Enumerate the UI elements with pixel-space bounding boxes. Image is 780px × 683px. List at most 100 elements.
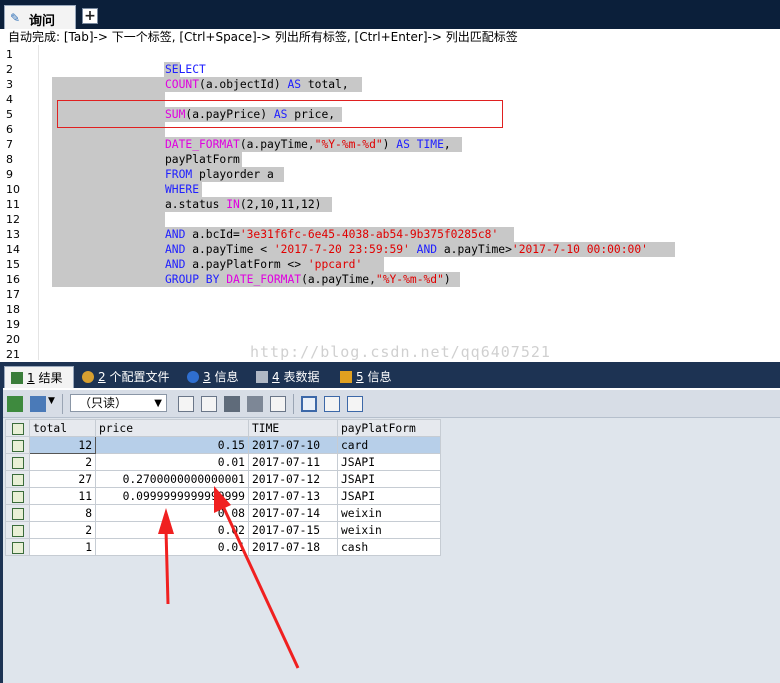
table-row[interactable]: 27 0.2700000000000001 2017-07-12 JSAPI <box>5 470 441 488</box>
line-number: 18 <box>6 303 20 316</box>
code-line: DATE_FORMAT(a.payTime,"%Y-%m-%d") AS TIM… <box>165 138 451 151</box>
cell-total[interactable]: 12 <box>29 436 96 454</box>
table-row[interactable]: 8 0.08 2017-07-14 weixin <box>5 504 441 522</box>
tab-table-data[interactable]: 4 表数据 <box>256 366 319 388</box>
duplicate-row-icon[interactable] <box>201 396 217 412</box>
line-number: 10 <box>6 183 20 196</box>
cell-time[interactable]: 2017-07-11 <box>248 453 338 471</box>
line-number: 16 <box>6 273 20 286</box>
cell-time[interactable]: 2017-07-12 <box>248 470 338 488</box>
cell-time[interactable]: 2017-07-13 <box>248 487 338 505</box>
tab-query-label: 询问 <box>29 14 56 29</box>
grid-icon <box>11 372 23 384</box>
line-number: 12 <box>6 213 20 226</box>
cell-total[interactable]: 27 <box>29 470 96 488</box>
message-icon <box>340 371 352 383</box>
row-checkbox[interactable] <box>5 470 30 488</box>
grid-view-icon[interactable] <box>301 396 317 412</box>
cell-price[interactable]: 0.2700000000000001 <box>95 470 249 488</box>
cell-total[interactable]: 2 <box>29 453 96 471</box>
row-checkbox[interactable] <box>5 538 30 556</box>
table-row[interactable]: 2 0.02 2017-07-15 weixin <box>5 521 441 539</box>
toolbar-divider <box>62 394 63 414</box>
column-header-price[interactable]: price <box>95 419 249 437</box>
code-line: payPlatForm <box>165 153 240 166</box>
cell-total[interactable]: 11 <box>29 487 96 505</box>
cell-platform[interactable]: JSAPI <box>337 470 441 488</box>
line-number-gutter: 1 2 3 4 5 6 7 8 9 10 11 12 13 14 15 16 1… <box>0 45 39 361</box>
cell-price[interactable]: 0.15 <box>95 436 249 454</box>
select-all-checkbox[interactable] <box>5 419 30 437</box>
chevron-down-icon[interactable]: ▼ <box>48 396 55 406</box>
cell-total[interactable]: 1 <box>29 538 96 556</box>
row-checkbox[interactable] <box>5 521 30 539</box>
import-icon[interactable] <box>30 396 46 412</box>
line-number: 20 <box>6 333 20 346</box>
cell-time[interactable]: 2017-07-15 <box>248 521 338 539</box>
autocomplete-hint: 自动完成: [Tab]-> 下一个标签, [Ctrl+Space]-> 列出所有… <box>0 29 780 45</box>
sql-editor[interactable]: 1 2 3 4 5 6 7 8 9 10 11 12 13 14 15 16 1… <box>0 45 780 361</box>
cell-total[interactable]: 2 <box>29 521 96 539</box>
row-checkbox[interactable] <box>5 436 30 454</box>
cell-price[interactable]: 0.08 <box>95 504 249 522</box>
result-toolbar: ▼ （只读） ▼ <box>0 390 780 418</box>
cell-time[interactable]: 2017-07-14 <box>248 504 338 522</box>
left-border <box>0 388 3 683</box>
form-view-icon[interactable] <box>324 396 340 412</box>
cell-time[interactable]: 2017-07-10 <box>248 436 338 454</box>
insert-row-icon[interactable] <box>178 396 194 412</box>
line-number: 3 <box>6 78 13 91</box>
cell-price[interactable]: 0.0999999999999999 <box>95 487 249 505</box>
code-line: a.status IN(2,10,11,12) <box>165 198 322 211</box>
delete-icon[interactable] <box>247 396 263 412</box>
cell-price[interactable]: 0.02 <box>95 521 249 539</box>
watermark: http://blog.csdn.net/qq6407521 <box>250 343 551 361</box>
column-header-payplatform[interactable]: payPlatForm <box>337 419 441 437</box>
cancel-changes-icon[interactable] <box>270 396 286 412</box>
info-icon <box>187 371 199 383</box>
table-row[interactable]: 12 0.15 2017-07-10 card <box>5 436 441 454</box>
tab-query[interactable]: ✎ 询问 <box>4 5 76 29</box>
cell-total[interactable]: 8 <box>29 504 96 522</box>
table-icon <box>256 371 268 383</box>
cell-time[interactable]: 2017-07-18 <box>248 538 338 556</box>
table-row[interactable]: 11 0.0999999999999999 2017-07-13 JSAPI <box>5 487 441 505</box>
readonly-select[interactable]: （只读） ▼ <box>70 394 167 412</box>
cell-platform[interactable]: JSAPI <box>337 487 441 505</box>
new-tab-button[interactable]: + <box>82 8 98 24</box>
export-icon[interactable] <box>7 396 23 412</box>
row-checkbox[interactable] <box>5 504 30 522</box>
chevron-down-icon: ▼ <box>154 398 162 409</box>
cell-platform[interactable]: weixin <box>337 521 441 539</box>
result-grid: total price TIME payPlatForm 12 0.15 201… <box>5 419 441 556</box>
cell-platform[interactable]: card <box>337 436 441 454</box>
line-number: 21 <box>6 348 20 361</box>
cell-platform[interactable]: JSAPI <box>337 453 441 471</box>
line-number: 7 <box>6 138 13 151</box>
code-line: AND a.payPlatForm <> 'ppcard' <box>165 258 363 271</box>
table-row[interactable]: 2 0.01 2017-07-11 JSAPI <box>5 453 441 471</box>
tab-messages[interactable]: 5 信息 <box>340 366 391 388</box>
code-line: SELECT <box>165 63 206 76</box>
line-number: 14 <box>6 243 20 256</box>
line-number: 1 <box>6 48 13 61</box>
line-number: 17 <box>6 288 20 301</box>
code-line: GROUP BY DATE_FORMAT(a.payTime,"%Y-%m-%d… <box>165 273 451 286</box>
text-view-icon[interactable] <box>347 396 363 412</box>
tab-profiles[interactable]: 2 个配置文件 <box>82 366 169 388</box>
save-icon[interactable] <box>224 396 240 412</box>
selection-highlight <box>52 212 165 227</box>
tab-info[interactable]: 3 信息 <box>187 366 238 388</box>
row-checkbox[interactable] <box>5 487 30 505</box>
column-header-time[interactable]: TIME <box>248 419 338 437</box>
tab-results[interactable]: 1 结果 <box>4 366 74 388</box>
code-line: WHERE <box>165 183 200 196</box>
cell-platform[interactable]: weixin <box>337 504 441 522</box>
row-checkbox[interactable] <box>5 453 30 471</box>
table-row[interactable]: 1 0.01 2017-07-18 cash <box>5 538 441 556</box>
cell-price[interactable]: 0.01 <box>95 453 249 471</box>
column-header-total[interactable]: total <box>29 419 96 437</box>
cell-price[interactable]: 0.01 <box>95 538 249 556</box>
profile-icon <box>82 371 94 383</box>
cell-platform[interactable]: cash <box>337 538 441 556</box>
